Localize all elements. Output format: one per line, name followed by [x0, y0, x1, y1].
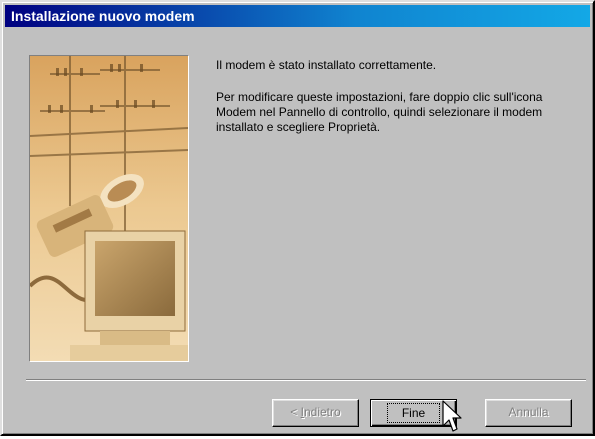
instructions-message: Per modificare queste impostazioni, fare… [216, 90, 543, 134]
button-separator [26, 379, 586, 381]
cancel-button-label: Annulla [508, 405, 549, 419]
wizard-illustration [29, 55, 189, 362]
wizard-dialog: Installazione nuovo modem Il modem è sta… [0, 0, 595, 436]
title-bar[interactable]: Installazione nuovo modem [5, 5, 590, 27]
arrow-cursor-icon [442, 400, 464, 439]
success-message: Il modem è stato installato correttament… [216, 58, 437, 72]
finish-button-label: Fine [386, 403, 441, 423]
cancel-button[interactable]: Annulla [485, 399, 572, 427]
window-title: Installazione nuovo modem [11, 8, 195, 24]
back-button[interactable]: < Indietro [272, 399, 359, 427]
back-button-label: ndietro [303, 405, 341, 419]
back-button-prefix: < [290, 405, 301, 419]
message-text: Il modem è stato installato correttament… [216, 58, 566, 152]
